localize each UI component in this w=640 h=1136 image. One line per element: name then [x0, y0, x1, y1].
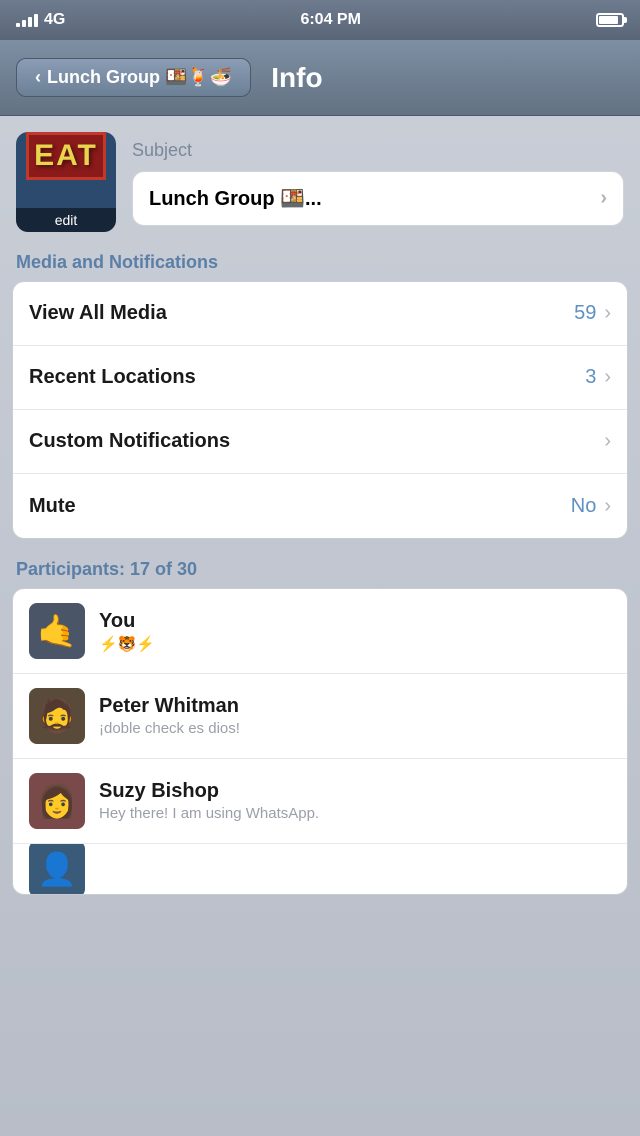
- time-label: 6:04 PM: [300, 11, 360, 29]
- group-name-value: Lunch Group 🍱...: [149, 186, 322, 211]
- recent-locations-value: 3 ›: [585, 366, 611, 389]
- page-title: Info: [271, 62, 322, 94]
- participant-name-peter: Peter Whitman: [99, 695, 611, 718]
- status-left: 4G: [16, 11, 65, 29]
- participant-name-suzy: Suzy Bishop: [99, 780, 611, 803]
- notifications-chevron-icon: ›: [604, 430, 611, 453]
- view-all-media-row[interactable]: View All Media 59 ›: [13, 282, 627, 346]
- avatar-suzy: 👩: [29, 773, 85, 829]
- participant-row-suzy[interactable]: 👩 Suzy Bishop Hey there! I am using What…: [13, 759, 627, 844]
- mute-row[interactable]: Mute No ›: [13, 474, 627, 538]
- battery-icon: [596, 13, 624, 27]
- participant-row-you[interactable]: 🤙 You ⚡🐯⚡: [13, 589, 627, 674]
- mute-label: Mute: [29, 495, 76, 518]
- subject-field[interactable]: Lunch Group 🍱... ›: [132, 171, 624, 226]
- edit-avatar-label[interactable]: edit: [16, 208, 116, 232]
- locations-chevron-icon: ›: [604, 366, 611, 389]
- carrier-label: 4G: [44, 11, 65, 29]
- mute-chevron-icon: ›: [604, 495, 611, 518]
- recent-locations-label: Recent Locations: [29, 366, 196, 389]
- eat-sign: EAT: [26, 132, 106, 180]
- group-avatar[interactable]: EAT edit: [16, 132, 116, 232]
- participant-info-suzy: Suzy Bishop Hey there! I am using WhatsA…: [99, 780, 611, 822]
- media-chevron-icon: ›: [604, 302, 611, 325]
- custom-notifications-value: ›: [604, 430, 611, 453]
- participant-info-peter: Peter Whitman ¡doble check es dios!: [99, 695, 611, 737]
- content-area: EAT edit Subject Lunch Group 🍱... › Medi…: [0, 116, 640, 1136]
- participant-name-you: You: [99, 610, 611, 633]
- back-label: Lunch Group 🍱🍹🍜: [47, 67, 232, 88]
- recent-locations-row[interactable]: Recent Locations 3 ›: [13, 346, 627, 410]
- back-button[interactable]: ‹ Lunch Group 🍱🍹🍜: [16, 58, 251, 97]
- participants-header: Participants: 17 of 30: [0, 539, 640, 588]
- subject-label: Subject: [132, 140, 624, 161]
- view-all-media-label: View All Media: [29, 302, 167, 325]
- subject-section: EAT edit Subject Lunch Group 🍱... ›: [0, 116, 640, 232]
- view-all-media-value: 59 ›: [574, 302, 611, 325]
- participants-count: 17 of 30: [130, 559, 197, 579]
- mute-value: No ›: [571, 495, 611, 518]
- avatar-partial: 👤: [29, 844, 85, 894]
- participants-label: Participants:: [16, 559, 130, 579]
- custom-notifications-row[interactable]: Custom Notifications ›: [13, 410, 627, 474]
- custom-notifications-label: Custom Notifications: [29, 430, 230, 453]
- avatar-peter: 🧔: [29, 688, 85, 744]
- nav-bar: ‹ Lunch Group 🍱🍹🍜 Info: [0, 40, 640, 116]
- participant-status-suzy: Hey there! I am using WhatsApp.: [99, 805, 611, 822]
- status-bar: 4G 6:04 PM: [0, 0, 640, 40]
- media-section-header: Media and Notifications: [0, 232, 640, 281]
- media-list-card: View All Media 59 › Recent Locations 3 ›…: [12, 281, 628, 539]
- back-chevron-icon: ‹: [35, 67, 41, 88]
- participant-status-peter: ¡doble check es dios!: [99, 720, 611, 737]
- signal-icon: [16, 14, 38, 27]
- participant-row-partial: 👤: [13, 844, 627, 894]
- avatar-you: 🤙: [29, 603, 85, 659]
- participant-info-you: You ⚡🐯⚡: [99, 610, 611, 653]
- subject-right: Subject Lunch Group 🍱... ›: [132, 132, 624, 226]
- subject-chevron-icon: ›: [600, 187, 607, 210]
- participants-list: 🤙 You ⚡🐯⚡ 🧔 Peter Whitman ¡doble check e…: [12, 588, 628, 895]
- participant-status-you: ⚡🐯⚡: [99, 635, 611, 653]
- participant-row-peter[interactable]: 🧔 Peter Whitman ¡doble check es dios!: [13, 674, 627, 759]
